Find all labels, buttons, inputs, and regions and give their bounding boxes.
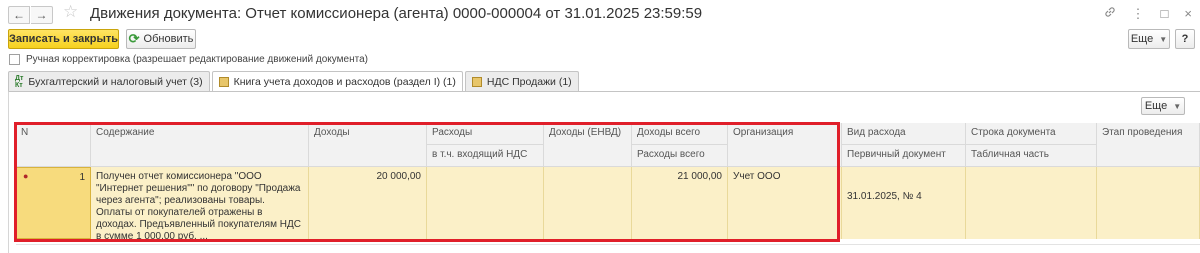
column-header-expense-type[interactable]: Вид расхода (842, 123, 966, 145)
back-button[interactable]: ← (8, 6, 30, 24)
table-part-cell[interactable] (966, 185, 1097, 239)
chevron-down-icon: ▼ (1173, 101, 1182, 111)
refresh-label: Обновить (143, 33, 194, 45)
title-bar: ← → ☆ Движения документа: Отчет комиссио… (0, 0, 1200, 28)
save-and-close-button[interactable]: Записать и закрыть (8, 29, 119, 49)
column-header-table-part[interactable]: Табличная часть (966, 145, 1097, 167)
expense-type-cell[interactable] (842, 167, 966, 185)
stage-cell[interactable] (1097, 167, 1200, 239)
column-header-stage[interactable]: Этап проведения (1097, 123, 1200, 167)
refresh-button[interactable]: ⟳ Обновить (126, 29, 196, 49)
tab-label: Книга учета доходов и расходов (раздел I… (233, 76, 456, 88)
tab-label: НДС Продажи (1) (486, 75, 572, 88)
tab-accounting[interactable]: Дт Кт Бухгалтерский и налоговый учет (3) (8, 71, 210, 91)
help-button[interactable]: ? (1175, 29, 1195, 49)
book-icon (471, 76, 482, 87)
tab-strip: Дт Кт Бухгалтерский и налоговый учет (3) … (8, 71, 581, 92)
forward-button[interactable]: → (31, 6, 53, 24)
manual-correction-checkbox[interactable] (9, 54, 20, 65)
page-title: Движения документа: Отчет комиссионера (… (90, 5, 703, 22)
tab-vat-sales[interactable]: НДС Продажи (1) (464, 71, 579, 91)
manual-correction-row: Ручная корректировка (разрешает редактир… (9, 54, 368, 65)
tab-income-expense-book[interactable]: Книга учета доходов и расходов (раздел I… (211, 71, 463, 92)
manual-correction-label: Ручная корректировка (разрешает редактир… (26, 54, 368, 65)
close-icon[interactable]: × (1184, 6, 1192, 22)
favorite-star-icon[interactable]: ☆ (63, 2, 78, 22)
tab-label: Бухгалтерский и налоговый учет (3) (28, 75, 203, 88)
grid-more-button[interactable]: Еще ▼ (1141, 97, 1185, 115)
arrow-left-icon: ← (13, 8, 25, 22)
window-controls: ⋮ □ × (1104, 6, 1192, 22)
restore-window-icon[interactable]: □ (1161, 6, 1169, 22)
arrow-right-icon: → (35, 8, 48, 22)
primary-doc-cell[interactable]: 31.01.2025, № 4 (842, 185, 966, 239)
highlight-frame (14, 122, 840, 242)
column-header-doc-line[interactable]: Строка документа (966, 123, 1097, 145)
chevron-down-icon: ▼ (1159, 34, 1168, 44)
dt-kt-icon: Дт Кт (15, 74, 24, 89)
more-label: Еще (1144, 100, 1168, 112)
grid-bottom-divider (16, 244, 1200, 245)
refresh-icon: ⟳ (128, 31, 140, 46)
more-button[interactable]: Еще ▼ (1128, 29, 1170, 49)
column-header-primary-doc[interactable]: Первичный документ (842, 145, 966, 167)
more-label: Еще (1130, 33, 1154, 45)
link-icon[interactable] (1104, 6, 1116, 22)
book-icon (218, 77, 229, 87)
menu-dots-icon[interactable]: ⋮ (1132, 6, 1145, 22)
doc-line-cell[interactable] (966, 167, 1097, 185)
